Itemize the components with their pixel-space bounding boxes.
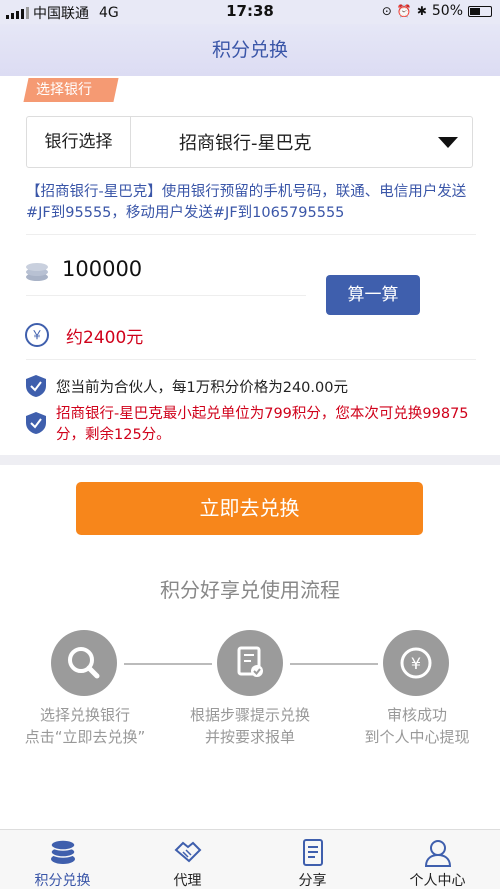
- coins-stack-icon: [49, 839, 76, 864]
- bank-selected-value: 招商银行-星巴克: [179, 133, 312, 154]
- search-step-icon: [51, 630, 117, 696]
- section-separator: [0, 455, 500, 465]
- redeem-now-button[interactable]: 立即去兑换: [76, 482, 423, 535]
- document-step-icon: [217, 630, 283, 696]
- step-1-line1: 选择兑换银行: [39, 706, 130, 724]
- tab-label: 个人中心: [409, 873, 466, 889]
- tab-points-exchange[interactable]: 积分兑换: [0, 830, 125, 890]
- bank-select-label: 银行选择: [27, 117, 131, 167]
- limit-note: 招商银行-星巴克最小起兑单位为799积分，您本次可兑换99875分，剩余125分…: [56, 406, 469, 443]
- bank-instructions: 【招商银行-星巴克】使用银行预留的手机号码，联通、电信用户发送#JF到95555…: [26, 184, 467, 221]
- step-3-text: 审核成功 到个人中心提现: [327, 704, 500, 748]
- tab-label: 积分兑换: [34, 873, 91, 889]
- input-underline: [26, 295, 306, 296]
- page-title: 积分兑换: [211, 39, 288, 61]
- coins-icon: [26, 263, 48, 281]
- tab-label: 代理: [173, 873, 202, 889]
- estimate-value: 约2400元: [66, 328, 144, 348]
- divider: [26, 359, 476, 360]
- document-check-icon: [237, 646, 263, 677]
- tab-agent[interactable]: 代理: [125, 830, 250, 890]
- battery-icon: [468, 5, 492, 17]
- status-bar: 中国联通 4G 17:38 ⊙ ⏰ ✱ 50%: [0, 0, 500, 24]
- step-connector: [290, 663, 378, 665]
- tab-personal-center[interactable]: 个人中心: [375, 830, 500, 890]
- step-2-line2: 并按要求报单: [204, 728, 295, 746]
- step-3-line1: 审核成功: [386, 706, 447, 724]
- alarm-icon: ⏰: [396, 4, 412, 18]
- points-input[interactable]: 100000: [62, 257, 142, 281]
- search-icon: [68, 647, 100, 679]
- tab-bar: 积分兑换 代理 分享 个人中心: [0, 829, 500, 889]
- orientation-lock-icon: ⊙: [381, 4, 392, 18]
- partner-note: 您当前为合伙人，每1万积分价格为240.00元: [56, 380, 348, 396]
- select-bank-tag: 选择银行: [23, 78, 119, 102]
- step-connector: [124, 663, 212, 665]
- yen-coin-icon: ¥: [400, 647, 432, 679]
- nav-bar: 积分兑换: [0, 24, 500, 76]
- tab-label: 分享: [298, 873, 327, 889]
- calculate-button[interactable]: 算一算: [326, 275, 420, 315]
- divider: [26, 234, 476, 235]
- status-right: ⊙ ⏰ ✱ 50%: [382, 3, 492, 19]
- step-1-text: 选择兑换银行 点击“立即去兑换”: [0, 704, 175, 748]
- step-3-line2: 到个人中心提现: [364, 728, 470, 746]
- yen-icon: ￥: [25, 323, 49, 347]
- document-icon: [302, 839, 323, 866]
- step-1-line2: 点击“立即去兑换”: [24, 728, 146, 746]
- bank-select[interactable]: 银行选择 招商银行-星巴克: [26, 116, 473, 168]
- select-bank-tag-label: 选择银行: [36, 82, 92, 98]
- svg-text:¥: ¥: [411, 654, 421, 673]
- process-title: 积分好享兑使用流程: [160, 578, 340, 602]
- shield-check-icon: [26, 412, 46, 434]
- battery-percent: 50%: [431, 3, 463, 19]
- step-2-text: 根据步骤提示兑换 并按要求报单: [160, 704, 340, 748]
- handshake-icon: [174, 841, 201, 863]
- tab-share[interactable]: 分享: [250, 830, 375, 890]
- withdraw-step-icon: ¥: [383, 630, 449, 696]
- user-icon: [424, 840, 451, 867]
- dropdown-arrow-icon[interactable]: [438, 136, 458, 148]
- bluetooth-icon: ✱: [416, 4, 427, 18]
- shield-check-icon: [26, 375, 46, 397]
- step-2-line1: 根据步骤提示兑换: [189, 706, 310, 724]
